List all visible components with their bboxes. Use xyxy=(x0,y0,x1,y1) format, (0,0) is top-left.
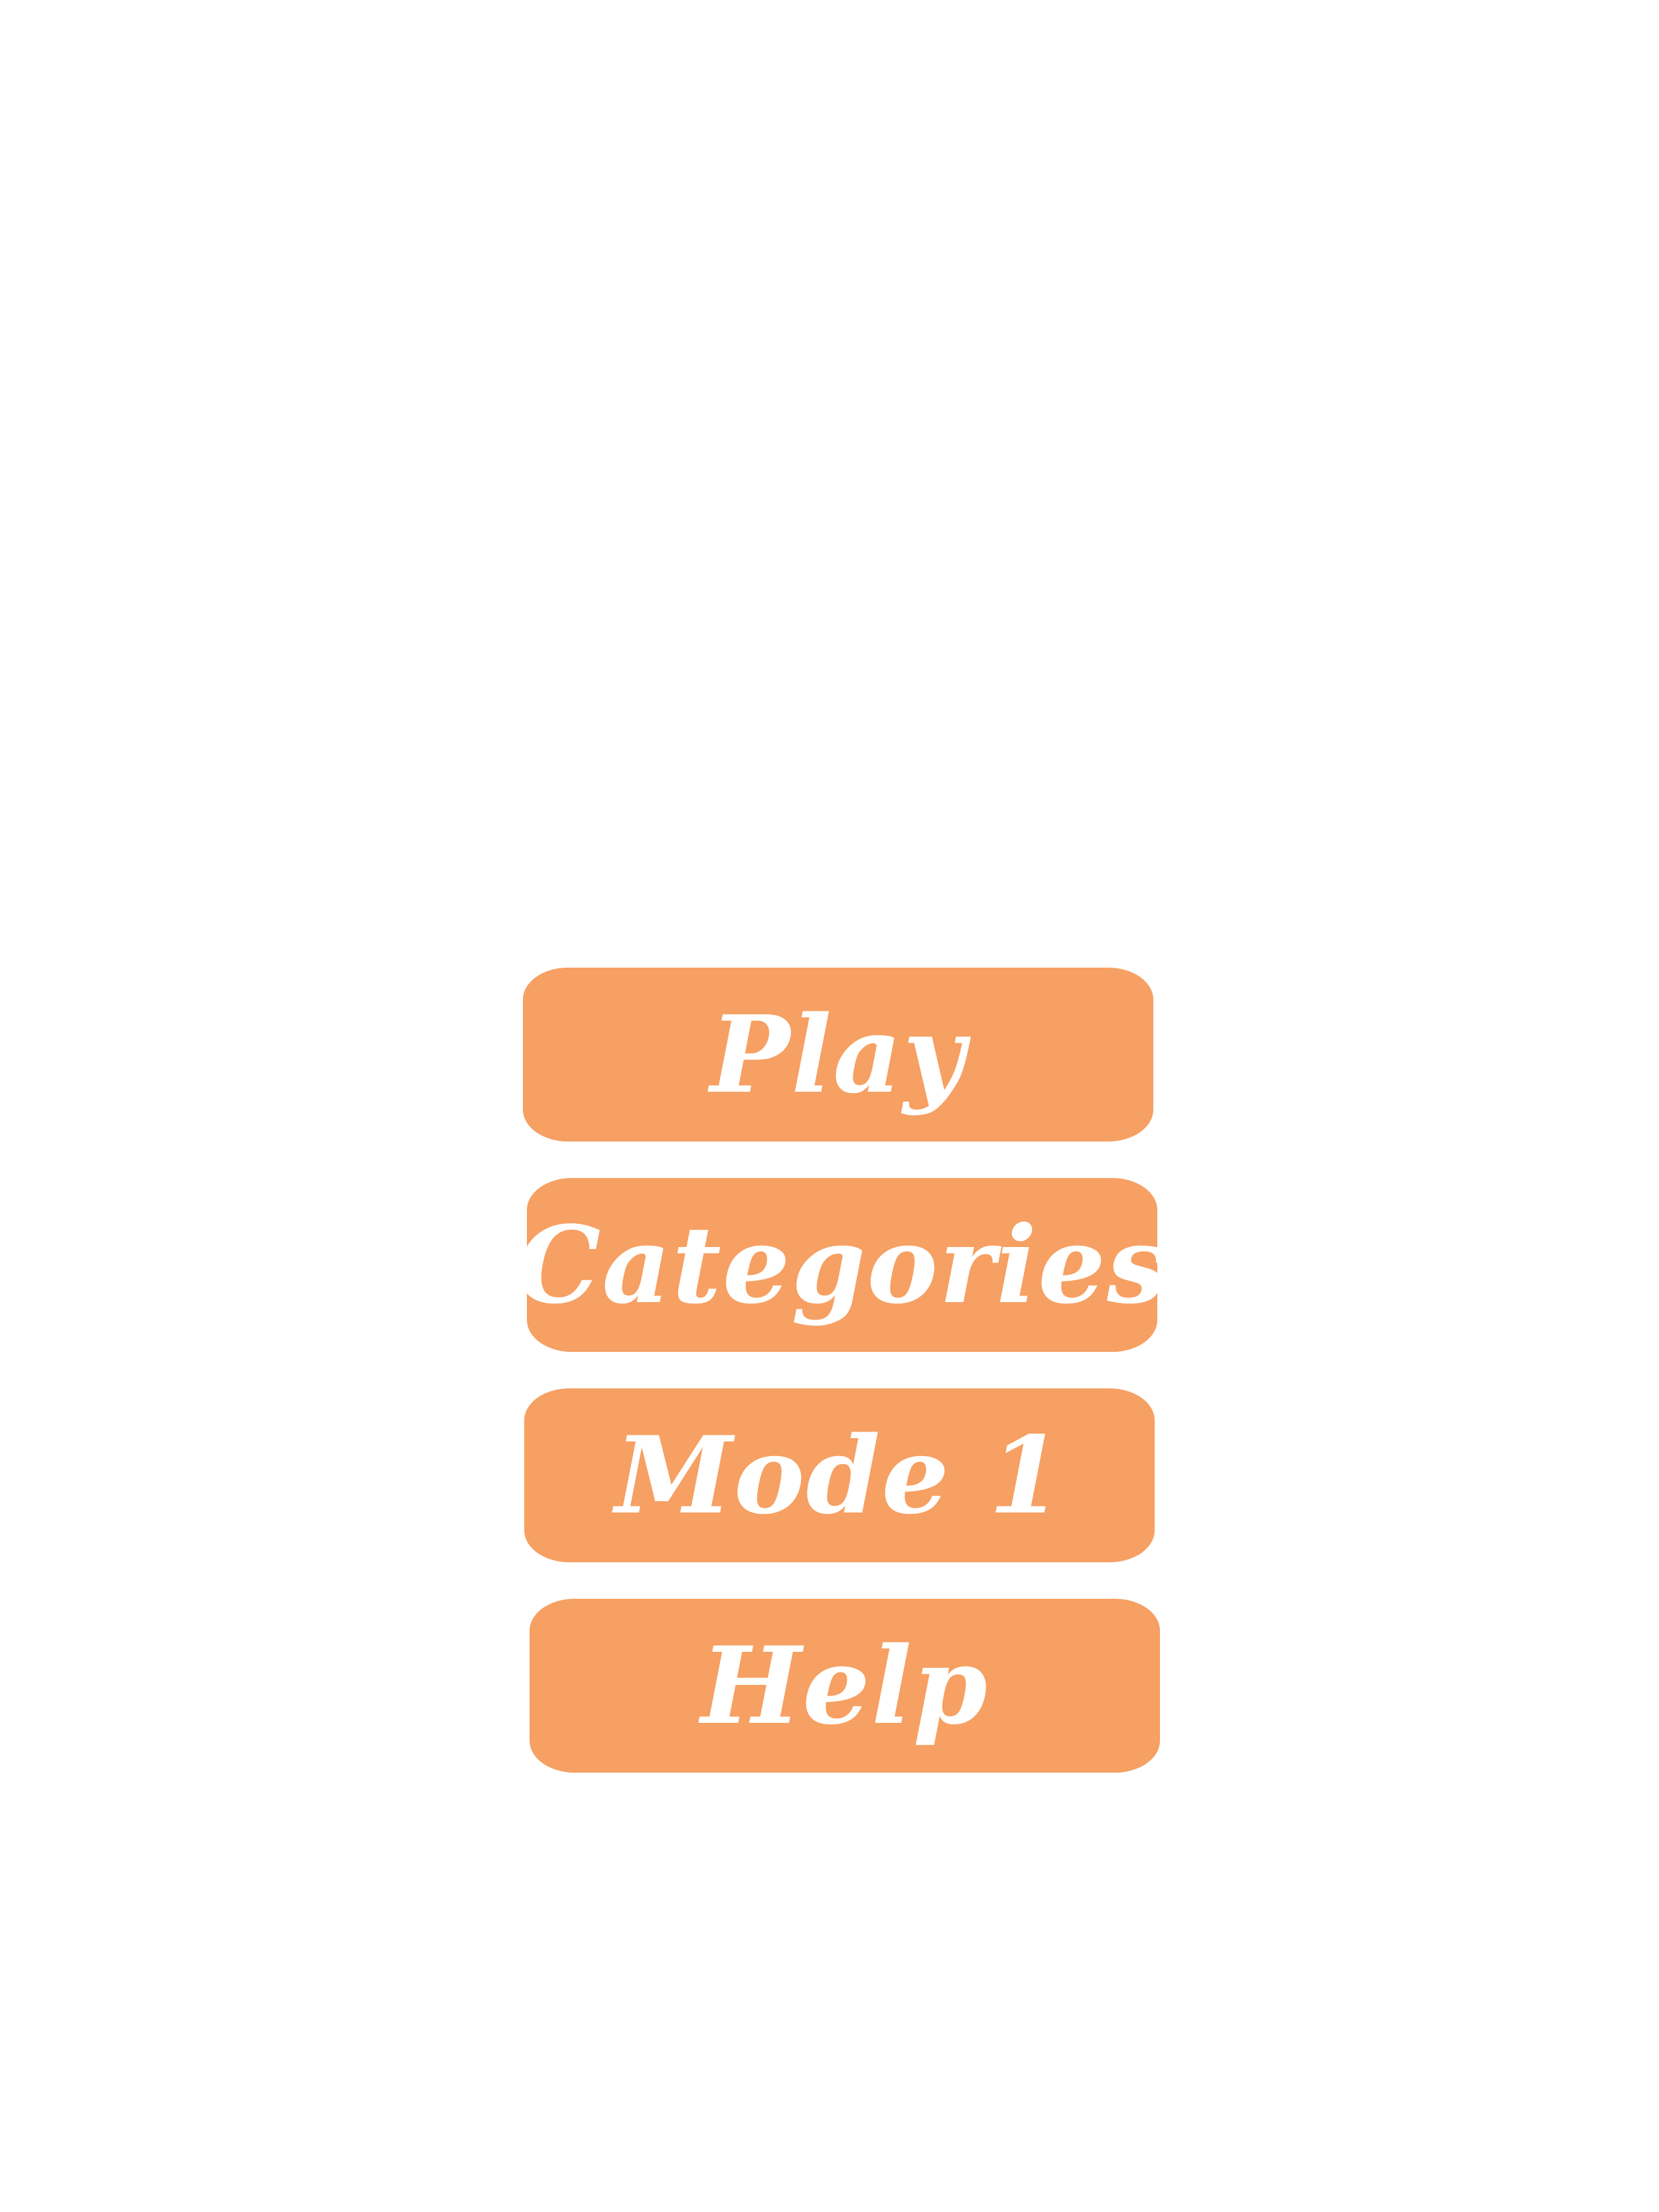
app-screen: Play Categories Mode 1 Help xyxy=(0,0,1659,2212)
categories-button-label: Categories xyxy=(516,1203,1169,1327)
help-button[interactable]: Help xyxy=(530,1599,1160,1773)
mode-button[interactable]: Mode 1 xyxy=(524,1388,1155,1562)
categories-button[interactable]: Categories xyxy=(516,1178,1167,1352)
play-button-label: Play xyxy=(710,992,966,1117)
play-button[interactable]: Play xyxy=(523,968,1153,1142)
mode-button-label: Mode 1 xyxy=(614,1413,1064,1538)
help-button-label: Help xyxy=(701,1623,989,1748)
main-menu: Play Categories Mode 1 Help xyxy=(0,0,1659,2212)
